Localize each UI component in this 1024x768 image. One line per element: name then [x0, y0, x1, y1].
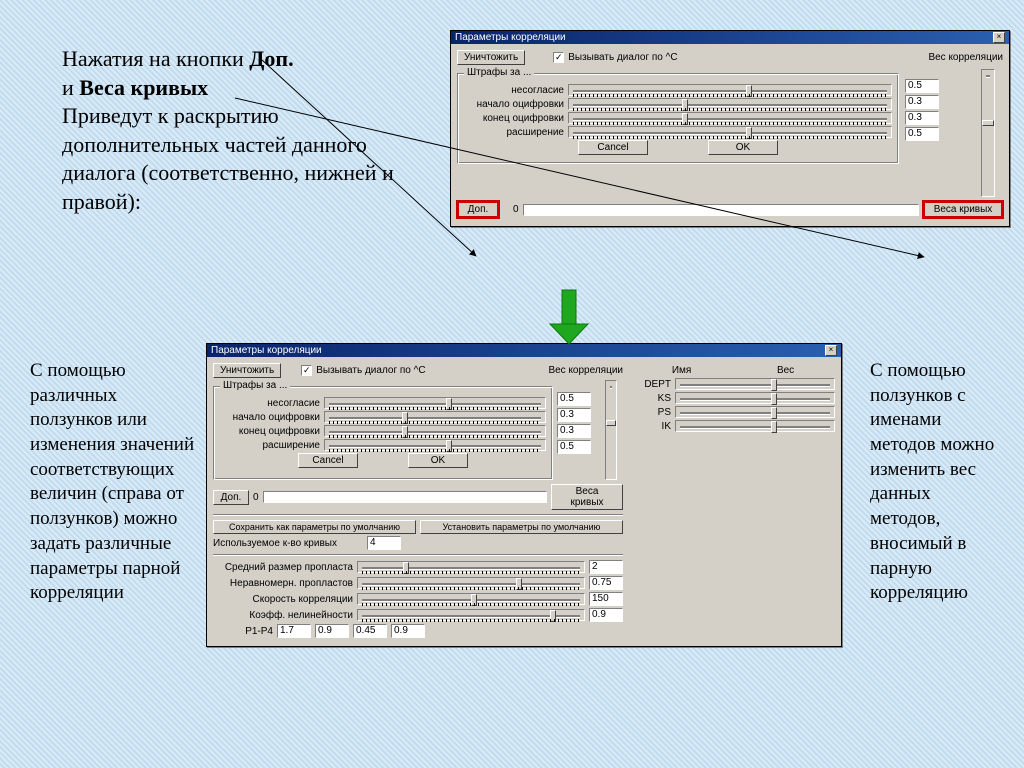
- penalty-label: конец оцифровки: [220, 426, 320, 437]
- slider-expand[interactable]: [324, 439, 546, 451]
- ok-button[interactable]: OK: [708, 140, 778, 155]
- p4[interactable]: 0.9: [391, 624, 425, 638]
- penalty-label: начало оцифровки: [464, 99, 564, 110]
- weight-label: Вес корреляции: [928, 52, 1003, 63]
- weight-value[interactable]: 0.5: [557, 440, 591, 454]
- used-curves-label: Используемое к-во кривых: [213, 538, 363, 549]
- call-dialog-label: Вызывать диалог по ^C: [568, 52, 677, 63]
- cancel-button[interactable]: Cancel: [298, 453, 358, 468]
- num-speed[interactable]: 150: [589, 592, 623, 606]
- num-uneven[interactable]: 0.75: [589, 576, 623, 590]
- dop-value: 0: [253, 492, 259, 503]
- right-note: С помощью ползунков с именами методов мо…: [870, 359, 1000, 606]
- p2[interactable]: 0.9: [315, 624, 349, 638]
- call-dialog-label: Вызывать диалог по ^C: [316, 365, 425, 376]
- slider-end[interactable]: [324, 425, 546, 437]
- slider-expand[interactable]: [568, 126, 892, 138]
- num-avg-layer[interactable]: 2: [589, 560, 623, 574]
- penalty-label: несогласие: [220, 398, 320, 409]
- penalty-label: расширение: [220, 440, 320, 451]
- weight-value[interactable]: 0.3: [557, 408, 591, 422]
- slider-disagree[interactable]: [324, 397, 546, 409]
- window-title: Параметры корреляции: [455, 32, 566, 43]
- slider-method-KS[interactable]: [675, 392, 835, 404]
- dialog-expanded: Параметры корреляции × Уничтожить ✓ Вызы…: [206, 343, 842, 647]
- titlebar[interactable]: Параметры корреляции ×: [451, 31, 1009, 44]
- num-nonlin[interactable]: 0.9: [589, 608, 623, 622]
- penalty-label: начало оцифровки: [220, 412, 320, 423]
- slider-uneven[interactable]: [357, 577, 585, 589]
- param-label: Коэфф. нелинейности: [213, 610, 353, 621]
- destroy-button[interactable]: Уничтожить: [213, 363, 281, 378]
- param-label: Скорость корреляции: [213, 594, 353, 605]
- load-defaults-button[interactable]: Установить параметры по умолчанию: [420, 520, 623, 534]
- left-note: С помощью различных ползунков или измене…: [30, 359, 195, 606]
- cancel-button[interactable]: Cancel: [578, 140, 648, 155]
- p1p4-label: P1-P4: [213, 626, 273, 637]
- slider-end[interactable]: [568, 112, 892, 124]
- close-icon[interactable]: ×: [825, 345, 837, 356]
- slider-avg-layer[interactable]: [357, 561, 585, 573]
- method-name: DEPT: [631, 379, 671, 390]
- progress-bar: [263, 491, 547, 503]
- vert-slider-weight[interactable]: [605, 380, 617, 480]
- slider-method-DEPT[interactable]: [675, 378, 835, 390]
- curves-weight-button[interactable]: Веса кривых: [923, 201, 1003, 218]
- progress-bar: [523, 204, 919, 216]
- weight-value[interactable]: 0.3: [905, 111, 939, 125]
- weight-value[interactable]: 0.5: [905, 127, 939, 141]
- destroy-button[interactable]: Уничтожить: [457, 50, 525, 65]
- curves-weight-button[interactable]: Веса кривых: [551, 484, 623, 510]
- penalty-label: несогласие: [464, 85, 564, 96]
- weight-value[interactable]: 0.5: [557, 392, 591, 406]
- dop-value: 0: [513, 204, 519, 215]
- slider-method-PS[interactable]: [675, 406, 835, 418]
- slider-start[interactable]: [324, 411, 546, 423]
- used-curves-value[interactable]: 4: [367, 536, 401, 550]
- param-label: Неравномерн. пропластов: [213, 578, 353, 589]
- weight-value[interactable]: 0.3: [557, 424, 591, 438]
- p1[interactable]: 1.7: [277, 624, 311, 638]
- weight-value[interactable]: 0.3: [905, 95, 939, 109]
- dop-button[interactable]: Доп.: [457, 201, 499, 218]
- param-label: Средний размер пропласта: [213, 562, 353, 573]
- col-name: Имя: [672, 365, 691, 376]
- method-name: KS: [631, 393, 671, 404]
- penalties-legend: Штрафы за ...: [220, 380, 290, 391]
- window-title: Параметры корреляции: [211, 345, 322, 356]
- dop-button[interactable]: Доп.: [213, 490, 249, 505]
- p3[interactable]: 0.45: [353, 624, 387, 638]
- call-dialog-checkbox[interactable]: ✓: [301, 365, 312, 376]
- titlebar[interactable]: Параметры корреляции ×: [207, 344, 841, 357]
- slider-nonlin[interactable]: [357, 609, 585, 621]
- penalties-legend: Штрафы за ...: [464, 67, 534, 78]
- slider-speed[interactable]: [357, 593, 585, 605]
- method-name: PS: [631, 407, 671, 418]
- save-defaults-button[interactable]: Сохранить как параметры по умолчанию: [213, 520, 416, 534]
- penalty-label: конец оцифровки: [464, 113, 564, 124]
- weight-label: Вес корреляции: [548, 365, 623, 376]
- slider-method-IK[interactable]: [675, 420, 835, 432]
- weight-value[interactable]: 0.5: [905, 79, 939, 93]
- dialog-collapsed: Параметры корреляции × Уничтожить ✓ Вызы…: [450, 30, 1010, 227]
- slider-start[interactable]: [568, 98, 892, 110]
- penalty-label: расширение: [464, 127, 564, 138]
- call-dialog-checkbox[interactable]: ✓: [553, 52, 564, 63]
- ok-button[interactable]: OK: [408, 453, 468, 468]
- vert-slider-weight[interactable]: [981, 69, 995, 197]
- col-weight: Вес: [777, 365, 794, 376]
- slider-disagree[interactable]: [568, 84, 892, 96]
- intro-text: Нажатия на кнопки Доп. и Веса кривых При…: [62, 45, 432, 217]
- close-icon[interactable]: ×: [993, 32, 1005, 43]
- method-name: IK: [631, 421, 671, 432]
